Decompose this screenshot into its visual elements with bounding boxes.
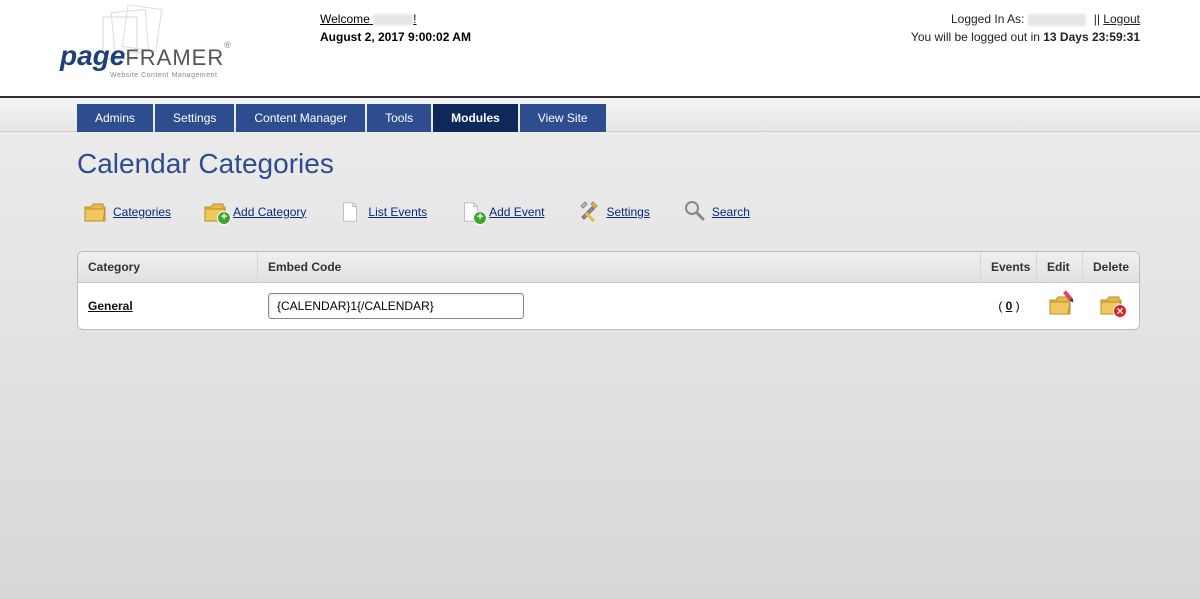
edit-button[interactable]: [1048, 294, 1072, 316]
toolbar-add-event[interactable]: Add Event: [459, 201, 544, 223]
nav-content-manager[interactable]: Content Manager: [236, 104, 365, 132]
toolbar-settings[interactable]: Settings: [577, 198, 650, 225]
table-row: General ( 0 ): [78, 283, 1139, 329]
toolbar: Categories Add Category List Events Add …: [77, 198, 1140, 225]
th-events: Events: [981, 252, 1037, 282]
delete-button[interactable]: [1099, 294, 1123, 316]
search-icon: [682, 198, 706, 225]
categories-table: Category Embed Code Events Edit Delete G…: [77, 251, 1140, 330]
category-link[interactable]: General: [88, 299, 133, 313]
toolbar-list-events[interactable]: List Events: [338, 201, 427, 223]
folder-icon: [83, 201, 107, 223]
folder-add-icon: [203, 201, 227, 223]
toolbar-add-category[interactable]: Add Category: [203, 201, 306, 223]
th-category: Category: [78, 252, 258, 282]
nav-settings[interactable]: Settings: [155, 104, 234, 132]
toolbar-categories[interactable]: Categories: [83, 201, 171, 223]
logged-in-info: Logged In As: || Logout: [911, 12, 1140, 26]
toolbar-search[interactable]: Search: [682, 198, 750, 225]
events-count-link[interactable]: 0: [1006, 299, 1013, 313]
main-nav: Admins Settings Content Manager Tools Mo…: [77, 104, 1200, 132]
nav-tools[interactable]: Tools: [367, 104, 431, 132]
logout-countdown: You will be logged out in 13 Days 23:59:…: [911, 30, 1140, 44]
welcome-text: Welcome !: [320, 12, 911, 26]
events-count-cell: ( 0 ): [981, 289, 1037, 323]
nav-view-site[interactable]: View Site: [520, 104, 606, 132]
date-time: August 2, 2017 9:00:02 AM: [320, 30, 911, 44]
page-title: Calendar Categories: [77, 148, 1140, 180]
th-embed: Embed Code: [258, 252, 981, 282]
page-icon: [338, 201, 362, 223]
th-edit: Edit: [1037, 252, 1083, 282]
th-delete: Delete: [1083, 252, 1139, 282]
nav-modules[interactable]: Modules: [433, 104, 518, 132]
embed-code-input[interactable]: [268, 293, 524, 319]
logout-link[interactable]: Logout: [1103, 12, 1140, 26]
nav-admins[interactable]: Admins: [77, 104, 153, 132]
page-add-icon: [459, 201, 483, 223]
logo: pageFRAMER® Website Content Management: [60, 10, 240, 90]
tools-icon: [577, 198, 601, 225]
